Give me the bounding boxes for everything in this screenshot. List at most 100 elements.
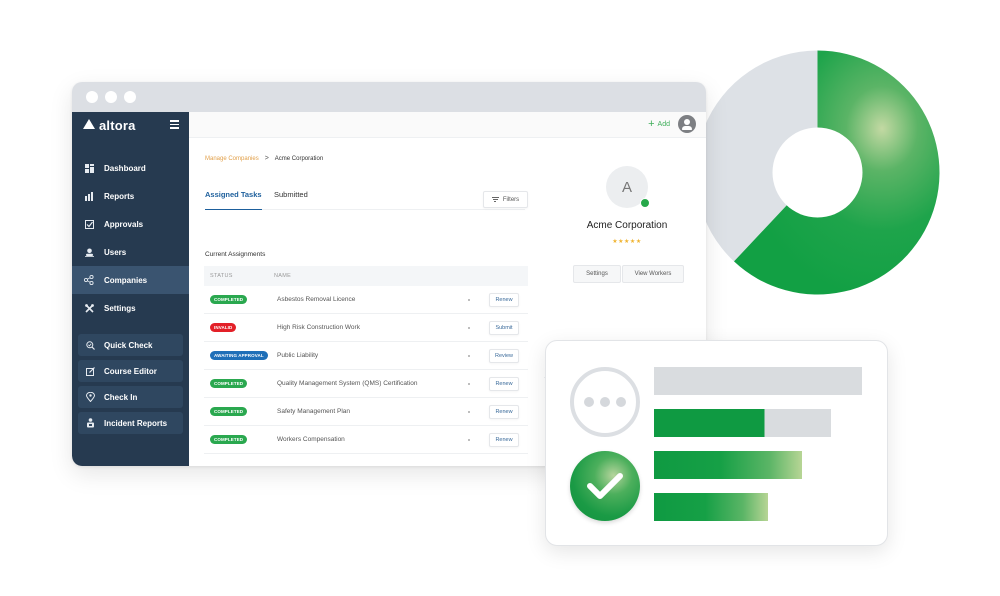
renew-button[interactable]: Renew	[489, 376, 519, 391]
renew-button[interactable]: Renew	[489, 432, 519, 447]
view-workers-button[interactable]: View Workers	[622, 265, 684, 283]
assignment-name: Quality Management System (QMS) Certific…	[277, 380, 418, 387]
sidebar-item-approvals[interactable]: Approvals	[72, 210, 189, 238]
filter-icon	[491, 197, 499, 202]
check-circle-icon	[570, 451, 640, 521]
menu-icon[interactable]	[170, 118, 179, 131]
assignment-name: Workers Compensation	[277, 436, 345, 443]
main-content: Manage Companies > Acme Corporation Assi…	[189, 138, 529, 466]
assignments-table: STATUS NAME COMPLETED Asbestos Removal Li…	[204, 266, 528, 454]
filters-label: Filters	[502, 196, 520, 203]
online-status-dot	[640, 198, 650, 208]
course-editor-label: Course Editor	[104, 366, 157, 376]
user-icon	[84, 247, 94, 257]
column-header-name[interactable]: NAME	[274, 273, 291, 279]
user-avatar-icon[interactable]	[678, 115, 696, 133]
status-badge: COMPLETED	[210, 435, 248, 444]
quick-check-label: Quick Check	[104, 340, 153, 350]
table-row: INVALID High Risk Construction Work Submit	[204, 314, 528, 342]
sidebar-item-label: Dashboard	[104, 163, 146, 173]
check-in-button[interactable]: Check In	[78, 386, 183, 408]
course-editor-button[interactable]: Course Editor	[78, 360, 183, 382]
progress-bar	[654, 451, 802, 479]
breadcrumb-link-manage-companies[interactable]: Manage Companies	[205, 156, 259, 162]
sidebar-item-label: Approvals	[104, 219, 144, 229]
tab-submitted[interactable]: Submitted	[274, 190, 308, 210]
renew-button[interactable]: Renew	[489, 292, 519, 307]
sidebar-item-users[interactable]: Users	[72, 238, 189, 266]
row-separator-dot	[468, 354, 470, 357]
status-badge: COMPLETED	[210, 379, 248, 388]
check-in-label: Check In	[104, 392, 138, 402]
table-row: COMPLETED Asbestos Removal Licence Renew	[204, 286, 528, 314]
renew-button[interactable]: Renew	[489, 404, 519, 419]
tab-assigned-tasks[interactable]: Assigned Tasks	[205, 190, 262, 210]
row-separator-dot	[468, 382, 470, 385]
window-dot-close[interactable]	[86, 91, 98, 103]
search-check-icon	[85, 340, 95, 350]
incident-reports-button[interactable]: Incident Reports	[78, 412, 183, 434]
plus-icon: +	[648, 118, 655, 130]
assignment-name: Asbestos Removal Licence	[277, 296, 356, 303]
donut-decoration	[695, 50, 940, 295]
column-header-status[interactable]: STATUS	[204, 273, 274, 279]
table-row: COMPLETED Workers Compensation Renew	[204, 426, 528, 454]
submit-button[interactable]: Submit	[489, 320, 519, 335]
sidebar: altora Dashboard Reports Approvals Users…	[72, 112, 189, 466]
checkbox-icon	[84, 219, 94, 229]
progress-bar	[654, 367, 862, 395]
assignment-name: Public Liability	[277, 352, 319, 359]
table-row: AWAITING APPROVAL Public Liability Review	[204, 342, 528, 370]
table-row: COMPLETED Safety Management Plan Renew	[204, 398, 528, 426]
sidebar-item-label: Reports	[104, 191, 135, 201]
window-titlebar	[72, 82, 706, 112]
assignment-name: High Risk Construction Work	[277, 324, 360, 331]
row-separator-dot	[468, 410, 470, 413]
review-button[interactable]: Review	[489, 348, 519, 363]
status-card-decoration	[545, 340, 888, 546]
bar-chart-icon	[84, 191, 94, 201]
assignment-name: Safety Management Plan	[277, 408, 350, 415]
tools-icon	[84, 303, 94, 313]
donut-hole	[772, 127, 863, 218]
sidebar-item-settings[interactable]: Settings	[72, 294, 189, 322]
window-dot-maximize[interactable]	[124, 91, 136, 103]
quick-check-button[interactable]: Quick Check	[78, 334, 183, 356]
progress-bar	[654, 409, 831, 437]
filters-button[interactable]: Filters	[483, 191, 528, 208]
status-badge: COMPLETED	[210, 295, 248, 304]
sidebar-item-label: Users	[104, 247, 127, 257]
status-badge: AWAITING APPROVAL	[210, 351, 268, 360]
breadcrumb-separator: >	[264, 155, 269, 162]
company-settings-button[interactable]: Settings	[573, 265, 621, 283]
table-row: COMPLETED Quality Management System (QMS)…	[204, 370, 528, 398]
logo-icon	[83, 119, 95, 129]
edit-icon	[85, 366, 95, 376]
tab-bar: Assigned Tasks Submitted	[205, 190, 525, 210]
sidebar-item-label: Companies	[104, 275, 148, 285]
sidebar-item-companies[interactable]: Companies	[72, 266, 189, 294]
incident-reports-label: Incident Reports	[104, 418, 168, 428]
sidebar-item-label: Settings	[104, 303, 136, 313]
sidebar-nav: Dashboard Reports Approvals Users Compan…	[72, 154, 189, 322]
progress-bar	[654, 493, 769, 521]
dashboard-icon	[84, 163, 94, 173]
status-badge: COMPLETED	[210, 407, 248, 416]
pending-icon	[570, 367, 640, 437]
breadcrumb-current: Acme Corporation	[274, 155, 324, 162]
sidebar-item-reports[interactable]: Reports	[72, 182, 189, 210]
row-separator-dot	[468, 298, 470, 301]
quick-actions: Quick Check Course Editor Check In Incid…	[72, 334, 189, 434]
add-button[interactable]: + Add	[648, 119, 670, 130]
top-header: + Add	[189, 112, 706, 138]
breadcrumb: Manage Companies > Acme Corporation	[205, 155, 323, 162]
row-separator-dot	[468, 438, 470, 441]
sidebar-item-dashboard[interactable]: Dashboard	[72, 154, 189, 182]
row-separator-dot	[468, 326, 470, 329]
section-title: Current Assignments	[205, 251, 266, 258]
window-dot-minimize[interactable]	[105, 91, 117, 103]
report-person-icon	[85, 418, 95, 428]
table-header: STATUS NAME	[204, 266, 528, 286]
company-name: Acme Corporation	[586, 220, 668, 231]
location-pin-icon	[85, 392, 95, 402]
